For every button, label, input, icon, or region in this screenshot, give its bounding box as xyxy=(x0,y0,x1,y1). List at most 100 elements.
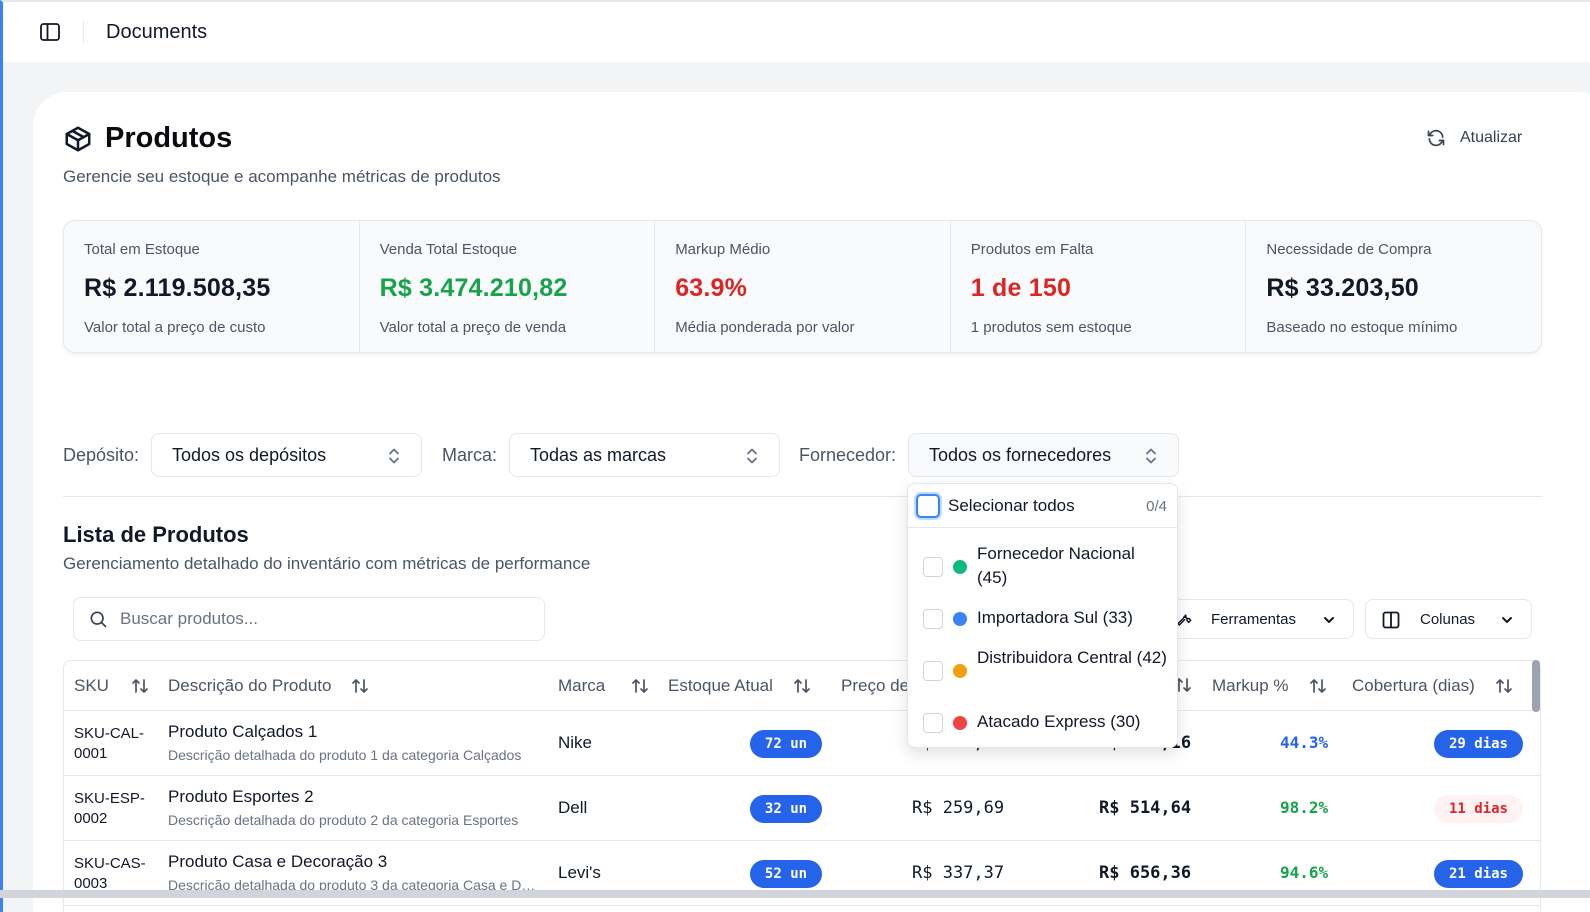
stat-total-sale: Venda Total Estoque R$ 3.474.210,82 Valo… xyxy=(360,221,656,352)
product-name: Produto Esportes 2 xyxy=(168,787,314,806)
sku-part: SKU-CAL- xyxy=(74,725,145,742)
stat-label: Produtos em Falta xyxy=(970,241,1094,258)
stat-label: Total em Estoque xyxy=(84,241,200,258)
sku-part: 0002 xyxy=(74,810,108,827)
option-checkbox[interactable] xyxy=(923,661,943,681)
column-header-cost[interactable]: Preço de xyxy=(841,676,909,696)
brand-filter-label: Marca: xyxy=(442,445,498,465)
product-description: Descrição detalhada do produto 2 da cate… xyxy=(168,812,519,828)
package-icon xyxy=(65,126,91,151)
deposit-select[interactable]: Todos os depósitos xyxy=(151,433,422,477)
stats-panel: Total em Estoque R$ 2.119.508,35 Valor t… xyxy=(63,220,1542,353)
option-label: Distribuidora Central (42) xyxy=(977,648,1167,667)
sale-price: R$ 514,64 xyxy=(1099,798,1192,818)
coverage-badge: 21 dias xyxy=(1434,860,1523,888)
table-row[interactable]: SKU-ESP- 0002 Produto Esportes 2 Descriçã… xyxy=(64,776,1540,841)
stat-label: Markup Médio xyxy=(675,241,771,258)
column-header-markup[interactable]: Markup % xyxy=(1212,676,1327,696)
brand-select[interactable]: Todas as marcas xyxy=(509,433,780,477)
section-divider xyxy=(63,496,1543,497)
stock-badge: 32 un xyxy=(750,795,822,823)
table-row[interactable]: SKU-CAL- 0001 Produto Calçados 1 Descriçã… xyxy=(64,711,1540,776)
stat-label: Venda Total Estoque xyxy=(379,241,517,258)
window-title: Documents xyxy=(106,20,208,43)
columns-icon xyxy=(1382,611,1400,629)
sort-icon xyxy=(794,679,810,693)
chevron-down-icon xyxy=(1324,617,1334,623)
stat-value: 1 de 150 xyxy=(970,274,1072,302)
stock-badge: 72 un xyxy=(750,730,822,758)
sidebar-toggle-button[interactable] xyxy=(31,13,69,51)
chevrons-up-down-icon xyxy=(747,448,757,464)
option-checkbox[interactable] xyxy=(923,609,943,629)
refresh-button[interactable]: Atualizar xyxy=(1426,128,1522,148)
sku-part: 0001 xyxy=(74,745,108,762)
stat-value: 63.9% xyxy=(675,274,748,302)
supplier-select[interactable]: Todos os fornecedores xyxy=(908,433,1179,477)
chevrons-up-down-icon xyxy=(389,448,399,464)
column-header-coverage[interactable]: Cobertura (dias) xyxy=(1352,676,1513,696)
option-label: Fornecedor Nacional (45) xyxy=(977,544,1135,587)
brand-cell: Dell xyxy=(558,798,588,817)
list-title: Lista de Produtos xyxy=(63,522,249,547)
select-all-checkbox[interactable] xyxy=(916,494,940,518)
horizontal-scrollbar[interactable] xyxy=(0,890,1590,898)
sort-icon xyxy=(352,679,369,693)
brand-select-value: Todas as marcas xyxy=(530,444,667,465)
stock-badge: 52 un xyxy=(750,860,822,888)
color-dot xyxy=(953,664,967,678)
supplier-option[interactable]: Fornecedor Nacional (45) xyxy=(908,542,1177,594)
tools-label: Ferramentas xyxy=(1211,611,1297,628)
page-title: Produtos xyxy=(105,122,233,154)
sku-part: SKU-CAS- xyxy=(74,855,146,872)
stat-desc: Valor total a preço de custo xyxy=(84,319,266,336)
column-header-description[interactable]: Descrição do Produto xyxy=(168,676,369,696)
column-header-brand[interactable]: Marca xyxy=(558,676,649,696)
columns-button[interactable]: Colunas xyxy=(1365,599,1532,639)
table-scrollbar[interactable] xyxy=(1532,660,1540,712)
sort-icon xyxy=(632,679,649,693)
stat-desc: 1 produtos sem estoque xyxy=(970,319,1132,336)
stat-value: R$ 2.119.508,35 xyxy=(84,274,271,302)
supplier-option[interactable]: Atacado Express (30) xyxy=(908,710,1177,738)
table-header: SKU Descrição do Produto Marca Estoque A… xyxy=(64,661,1540,711)
header-label: Marca xyxy=(558,676,606,695)
stat-purchase-need: Necessidade de Compra R$ 33.203,50 Basea… xyxy=(1246,221,1541,352)
color-dot xyxy=(953,716,967,730)
header-label: Estoque Atual xyxy=(668,676,773,695)
search-box[interactable] xyxy=(73,597,545,641)
coverage-badge: 29 dias xyxy=(1434,730,1523,758)
deposit-select-value: Todos os depósitos xyxy=(172,444,327,465)
header-label: SKU xyxy=(74,676,109,695)
header-label: Preço de xyxy=(841,676,910,695)
option-label: Atacado Express (30) xyxy=(977,712,1141,731)
sale-price: R$ 656,36 xyxy=(1099,863,1192,883)
supplier-option[interactable]: Distribuidora Central (42) xyxy=(908,646,1177,698)
select-all-row[interactable]: Selecionar todos 0/4 xyxy=(908,484,1177,528)
topbar-divider xyxy=(83,21,84,43)
stat-desc: Valor total a preço de venda xyxy=(379,319,567,336)
product-name: Produto Calçados 1 xyxy=(168,722,318,741)
column-header-stock[interactable]: Estoque Atual xyxy=(668,676,811,696)
filters-bar: Depósito: Todos os depósitos Marca: Toda… xyxy=(63,433,1543,477)
option-checkbox[interactable] xyxy=(923,713,943,733)
supplier-select-value: Todos os fornecedores xyxy=(929,444,1112,465)
stat-value: R$ 3.474.210,82 xyxy=(379,274,568,302)
color-dot xyxy=(953,560,967,574)
supplier-option[interactable]: Importadora Sul (33) xyxy=(908,606,1177,634)
deposit-filter-label: Depósito: xyxy=(63,445,140,465)
main-content: Produtos Gerencie seu estoque e acompanh… xyxy=(33,92,1590,912)
cost-price: R$ 259,69 xyxy=(912,798,1005,818)
product-name: Produto Casa e Decoração 3 xyxy=(168,852,388,871)
stat-out-of-stock: Produtos em Falta 1 de 150 1 produtos se… xyxy=(951,221,1247,352)
sort-icon xyxy=(1309,679,1326,693)
column-header-sku[interactable]: SKU xyxy=(74,676,149,696)
header-label: Cobertura (dias) xyxy=(1352,676,1475,695)
search-input[interactable] xyxy=(120,609,520,629)
markup-cell: 98.2% xyxy=(1280,798,1329,817)
coverage-badge: 11 dias xyxy=(1434,795,1523,823)
cost-price: R$ 337,37 xyxy=(912,863,1005,883)
stat-value: R$ 33.203,50 xyxy=(1266,274,1419,302)
option-checkbox[interactable] xyxy=(923,557,943,577)
stat-avg-markup: Markup Médio 63.9% Média ponderada por v… xyxy=(655,221,951,352)
